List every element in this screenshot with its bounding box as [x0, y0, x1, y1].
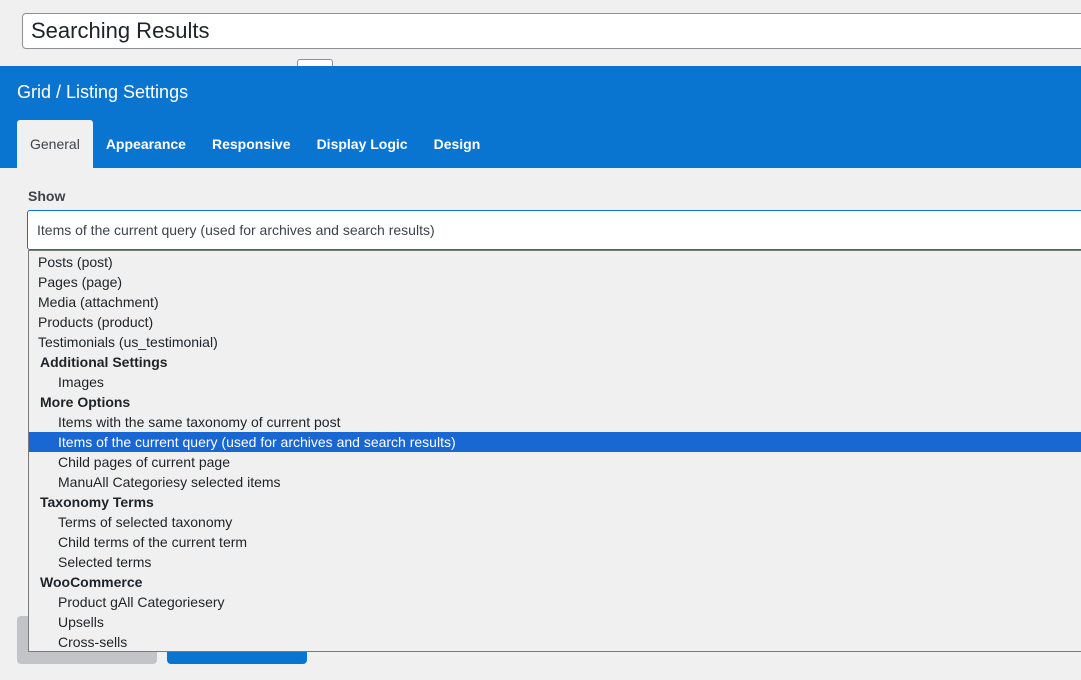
title-bar: Searching Results — [0, 0, 1081, 72]
tab-general[interactable]: General — [17, 120, 93, 168]
title-input[interactable]: Searching Results — [22, 13, 1081, 49]
dropdown-option[interactable]: Images — [29, 372, 1081, 392]
dropdown-option[interactable]: Posts (post) — [29, 252, 1081, 272]
option-group-label: Taxonomy Terms — [40, 494, 154, 510]
dropdown-option[interactable]: Items of the current query (used for arc… — [29, 432, 1081, 452]
tab-bar: General Appearance Responsive Display Lo… — [17, 120, 493, 168]
dropdown-option[interactable]: Selected terms — [29, 552, 1081, 572]
tab-design[interactable]: Design — [421, 120, 494, 168]
show-select[interactable]: Items of the current query (used for arc… — [27, 210, 1081, 250]
dropdown-option[interactable]: Child pages of current page — [29, 452, 1081, 472]
dropdown-option[interactable]: Testimonials (us_testimonial) — [29, 332, 1081, 352]
option-group-label: WooCommerce — [40, 574, 143, 590]
dropdown-option[interactable]: Terms of selected taxonomy — [29, 512, 1081, 532]
dropdown-option[interactable]: Products (product) — [29, 312, 1081, 332]
tab-appearance[interactable]: Appearance — [93, 120, 199, 168]
dropdown-option[interactable]: Media (attachment) — [29, 292, 1081, 312]
dropdown-option[interactable]: Pages (page) — [29, 272, 1081, 292]
dropdown-option[interactable]: Upsells — [29, 612, 1081, 632]
show-dropdown-list: Posts (post) Pages (page) Media (attachmen… — [28, 250, 1081, 652]
dropdown-option[interactable]: Cross-sells — [29, 632, 1081, 652]
panel-header: Grid / Listing Settings General Appearan… — [0, 66, 1081, 168]
show-label: Show — [28, 188, 66, 204]
dropdown-option[interactable]: Items with the same taxonomy of current … — [29, 412, 1081, 432]
dropdown-option[interactable]: ManuAll Categoriesy selected items — [29, 472, 1081, 492]
option-group-label: Additional Settings — [40, 354, 168, 370]
dropdown-option[interactable]: Product gAll Categoriesery — [29, 592, 1081, 612]
tab-responsive[interactable]: Responsive — [199, 120, 304, 168]
dropdown-option[interactable]: Child terms of the current term — [29, 532, 1081, 552]
tab-display-logic[interactable]: Display Logic — [304, 120, 421, 168]
panel-title: Grid / Listing Settings — [17, 82, 189, 102]
option-group-label: More Options — [40, 394, 131, 410]
